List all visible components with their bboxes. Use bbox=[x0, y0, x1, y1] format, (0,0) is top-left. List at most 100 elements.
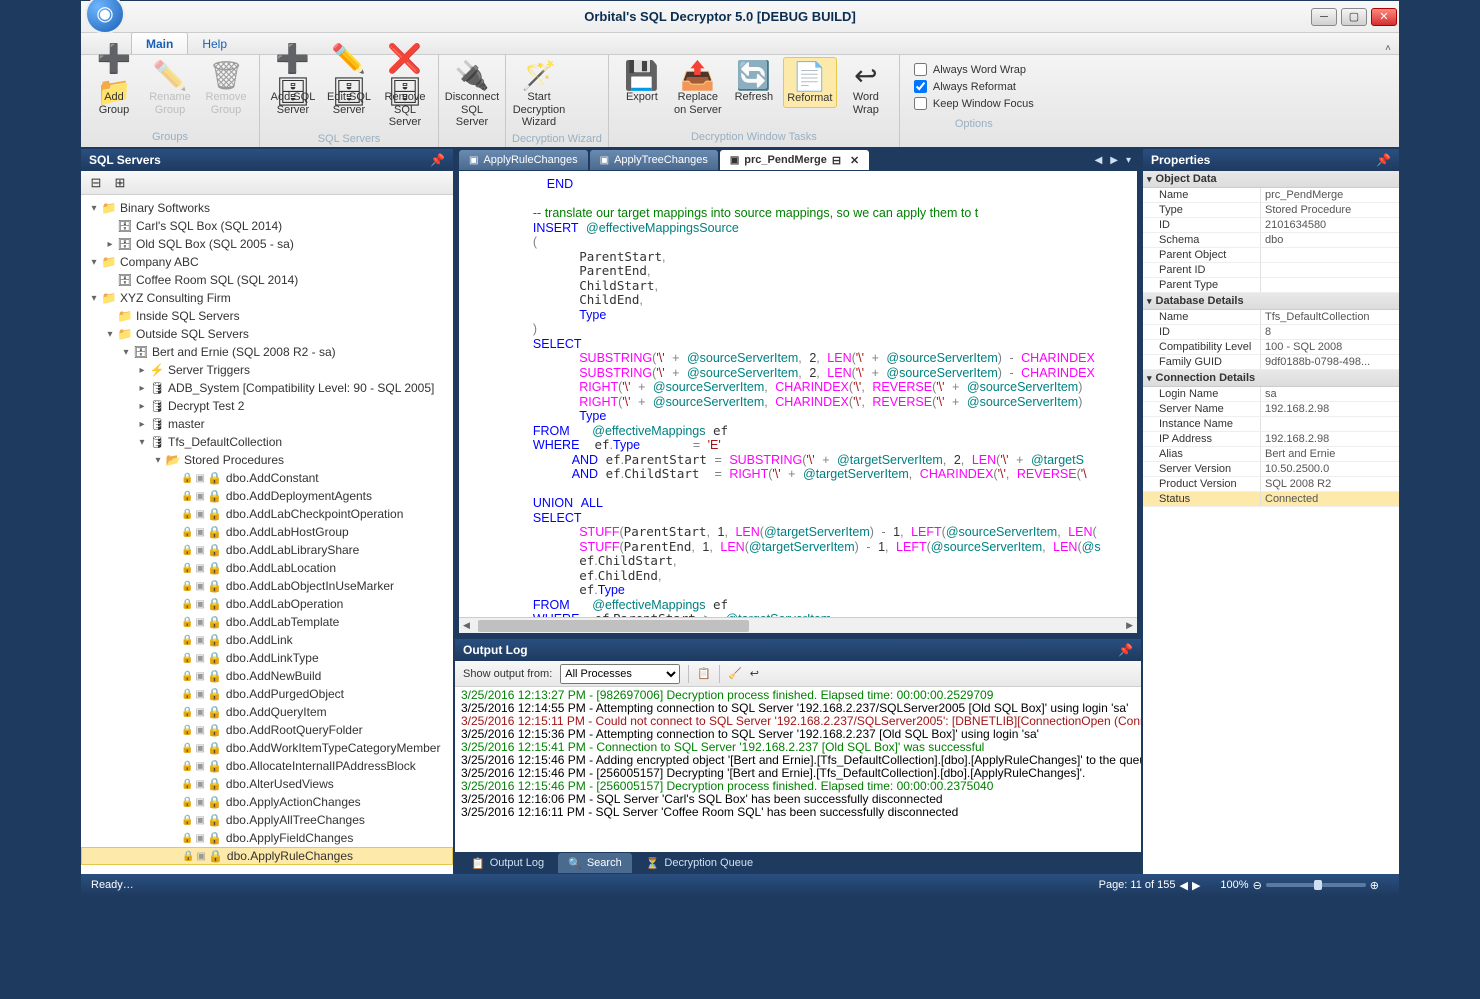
expand-icon[interactable]: ▾ bbox=[103, 329, 117, 340]
tree-node[interactable]: ▾🛢Tfs_DefaultCollection bbox=[81, 433, 453, 451]
tree-node[interactable]: 🔒▣🔒dbo.AddConstant bbox=[81, 469, 453, 487]
expand-all-icon[interactable]: ⊟ bbox=[87, 174, 105, 192]
prop-row[interactable]: ID2101634580 bbox=[1143, 218, 1399, 233]
prop-row[interactable]: Server Name192.168.2.98 bbox=[1143, 402, 1399, 417]
expand-icon[interactable]: ▸ bbox=[135, 419, 149, 430]
tree-node[interactable]: 🔒▣🔒dbo.AddRootQueryFolder bbox=[81, 721, 453, 739]
tree-node[interactable]: 🔒▣🔒dbo.AddQueryItem bbox=[81, 703, 453, 721]
prop-row[interactable]: Instance Name bbox=[1143, 417, 1399, 432]
tab-next-icon[interactable]: ▶ bbox=[1110, 155, 1118, 166]
option-checkbox[interactable] bbox=[914, 80, 927, 93]
pin-tab-icon[interactable]: ⊟ bbox=[832, 154, 841, 167]
zoom-out-icon[interactable]: ⊖ bbox=[1253, 879, 1262, 892]
tree-node[interactable]: 🔒▣🔒dbo.AddLinkType bbox=[81, 649, 453, 667]
tree-node[interactable]: 🗄Coffee Room SQL (SQL 2014) bbox=[81, 271, 453, 289]
app-logo-icon[interactable]: ◉ bbox=[85, 0, 125, 34]
expand-icon[interactable]: ▸ bbox=[135, 365, 149, 376]
tree-node[interactable]: 🔒▣🔒dbo.AddLabCheckpointOperation bbox=[81, 505, 453, 523]
prop-row[interactable]: ID8 bbox=[1143, 325, 1399, 340]
bottom-tab[interactable]: 🔍Search bbox=[558, 853, 632, 873]
expand-icon[interactable]: ▾ bbox=[135, 437, 149, 448]
tree-node[interactable]: 📁Inside SQL Servers bbox=[81, 307, 453, 325]
sql-editor[interactable]: END -- translate our target mappings int… bbox=[459, 171, 1137, 617]
tree-node[interactable]: 🔒▣🔒dbo.AddLabLibraryShare bbox=[81, 541, 453, 559]
tree-node[interactable]: 🔒▣🔒dbo.AddNewBuild bbox=[81, 667, 453, 685]
sql-btn-2[interactable]: ❌🗄Remove SQLServer bbox=[378, 57, 432, 131]
option-2[interactable]: Keep Window Focus bbox=[914, 97, 1034, 110]
prop-row[interactable]: Server Version10.50.2500.0 bbox=[1143, 462, 1399, 477]
expand-icon[interactable]: ▸ bbox=[135, 383, 149, 394]
tree-node[interactable]: 🔒▣🔒dbo.AddLabOperation bbox=[81, 595, 453, 613]
tree-node[interactable]: 🗄Carl's SQL Box (SQL 2014) bbox=[81, 217, 453, 235]
minimize-button[interactable]: ─ bbox=[1311, 8, 1337, 26]
tree-node[interactable]: 🔒▣🔒dbo.AddLabTemplate bbox=[81, 613, 453, 631]
prop-category[interactable]: Database Details bbox=[1143, 293, 1399, 310]
tab-list-icon[interactable]: ▾ bbox=[1126, 155, 1131, 166]
tree-node[interactable]: 🔒▣🔒dbo.AddLabHostGroup bbox=[81, 523, 453, 541]
prop-row[interactable]: Parent Object bbox=[1143, 248, 1399, 263]
tree-node[interactable]: ▾📁Company ABC bbox=[81, 253, 453, 271]
page-next-icon[interactable]: ▶ bbox=[1192, 879, 1200, 892]
output-filter-select[interactable]: All Processes bbox=[560, 664, 680, 684]
zoom-slider[interactable] bbox=[1266, 883, 1366, 887]
tree-node[interactable]: ▾📁Binary Softworks bbox=[81, 199, 453, 217]
tree-node[interactable]: 🔒▣🔒dbo.ApplyFieldChanges bbox=[81, 829, 453, 847]
tree-node[interactable]: 🔒▣🔒dbo.AddWorkItemTypeCategoryMember bbox=[81, 739, 453, 757]
server-tree[interactable]: ▾📁Binary Softworks 🗄Carl's SQL Box (SQL … bbox=[81, 195, 453, 874]
prop-row[interactable]: NameTfs_DefaultCollection bbox=[1143, 310, 1399, 325]
tree-node[interactable]: 🔒▣🔒dbo.AddLink bbox=[81, 631, 453, 649]
tree-node[interactable]: ▸🛢ADB_System [Compatibility Level: 90 - … bbox=[81, 379, 453, 397]
expand-icon[interactable]: ▾ bbox=[119, 347, 133, 358]
page-prev-icon[interactable]: ◀ bbox=[1179, 879, 1187, 892]
pin-icon[interactable]: 📌 bbox=[1376, 153, 1391, 167]
menu-tab-main[interactable]: Main bbox=[131, 32, 188, 54]
wrap-icon[interactable]: ↩ bbox=[750, 667, 759, 680]
option-checkbox[interactable] bbox=[914, 97, 927, 110]
tree-node[interactable]: ▸🗄Old SQL Box (SQL 2005 - sa) bbox=[81, 235, 453, 253]
task-btn-1[interactable]: 📤Replaceon Server bbox=[671, 57, 725, 118]
prop-row[interactable]: Product VersionSQL 2008 R2 bbox=[1143, 477, 1399, 492]
prop-row[interactable]: Compatibility Level100 - SQL 2008 bbox=[1143, 340, 1399, 355]
prop-row[interactable]: Parent Type bbox=[1143, 278, 1399, 293]
tree-node[interactable]: 🔒▣🔒dbo.ApplyAllTreeChanges bbox=[81, 811, 453, 829]
tree-node[interactable]: 🔒▣🔒dbo.AllocateInternalIPAddressBlock bbox=[81, 757, 453, 775]
tree-node[interactable]: 🔒▣🔒dbo.AddPurgedObject bbox=[81, 685, 453, 703]
tree-node[interactable]: 🔒▣🔒dbo.AddDeploymentAgents bbox=[81, 487, 453, 505]
expand-icon[interactable]: ▾ bbox=[87, 203, 101, 214]
task-btn-2[interactable]: 🔄Refresh bbox=[727, 57, 781, 106]
tree-node[interactable]: 🔒▣🔒dbo.AddLabLocation bbox=[81, 559, 453, 577]
tree-node[interactable]: ▾🗄Bert and Ernie (SQL 2008 R2 - sa) bbox=[81, 343, 453, 361]
prop-row[interactable]: Parent ID bbox=[1143, 263, 1399, 278]
copy-icon[interactable]: 📋 bbox=[697, 667, 711, 680]
clear-icon[interactable]: 🧹 bbox=[728, 667, 742, 680]
doc-tab[interactable]: ▣ApplyTreeChanges bbox=[590, 150, 718, 170]
prop-row[interactable]: StatusConnected bbox=[1143, 492, 1399, 507]
sql-btn-1[interactable]: ✏️🗄Edit SQLServer bbox=[322, 57, 376, 118]
disconnect-button[interactable]: 🔌 Disconnect SQL Server bbox=[445, 57, 499, 131]
option-checkbox[interactable] bbox=[914, 63, 927, 76]
expand-icon[interactable]: ▸ bbox=[103, 239, 117, 250]
tree-node[interactable]: 🔒▣🔒dbo.ApplyActionChanges bbox=[81, 793, 453, 811]
tree-node[interactable]: ▾📁XYZ Consulting Firm bbox=[81, 289, 453, 307]
tree-node[interactable]: ▾📁Outside SQL Servers bbox=[81, 325, 453, 343]
doc-tab[interactable]: ▣ApplyRuleChanges bbox=[459, 150, 588, 170]
tab-prev-icon[interactable]: ◀ bbox=[1095, 155, 1103, 166]
prop-row[interactable]: IP Address192.168.2.98 bbox=[1143, 432, 1399, 447]
pin-icon[interactable]: 📌 bbox=[430, 153, 445, 167]
task-btn-0[interactable]: 💾Export bbox=[615, 57, 669, 106]
prop-category[interactable]: Connection Details bbox=[1143, 370, 1399, 387]
prop-row[interactable]: TypeStored Procedure bbox=[1143, 203, 1399, 218]
tree-node[interactable]: 🔒▣🔒dbo.ApplyRuleChanges bbox=[81, 847, 453, 865]
expand-icon[interactable]: ▾ bbox=[151, 455, 165, 466]
bottom-tab[interactable]: 📋Output Log bbox=[461, 853, 554, 873]
task-btn-4[interactable]: ↩Word Wrap bbox=[839, 57, 893, 118]
expand-icon[interactable]: ▸ bbox=[135, 401, 149, 412]
tree-node[interactable]: 🔒▣🔒dbo.AddLabObjectInUseMarker bbox=[81, 577, 453, 595]
output-log-body[interactable]: 3/25/2016 12:13:27 PM - [982697006] Decr… bbox=[455, 687, 1141, 852]
option-1[interactable]: Always Reformat bbox=[914, 80, 1034, 93]
ribbon-collapse-icon[interactable]: ˄ bbox=[1385, 43, 1391, 54]
prop-row[interactable]: Login Namesa bbox=[1143, 387, 1399, 402]
close-tab-icon[interactable]: ✕ bbox=[850, 154, 859, 167]
prop-row[interactable]: Nameprc_PendMerge bbox=[1143, 188, 1399, 203]
prop-row[interactable]: Family GUID9df0188b-0798-498... bbox=[1143, 355, 1399, 370]
